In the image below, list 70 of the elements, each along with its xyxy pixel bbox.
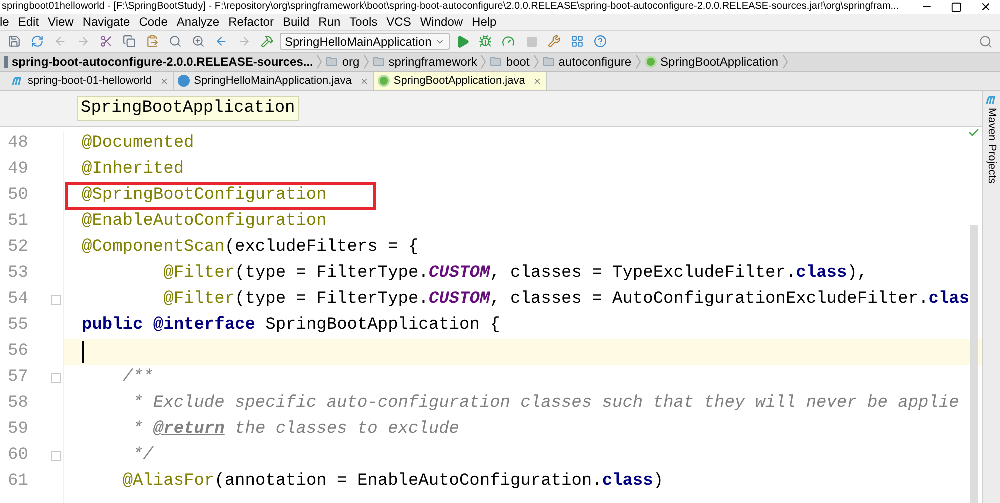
line-number: 53 bbox=[8, 263, 28, 285]
menu-item[interactable]: le bbox=[0, 16, 10, 28]
code-token: ), bbox=[847, 263, 868, 285]
code-token: @Filter bbox=[164, 289, 236, 311]
breadcrumb[interactable]: spring-boot-autoconfigure-2.0.0.RELEASE-sources... bbox=[0, 52, 318, 72]
menu-item[interactable]: View bbox=[48, 16, 74, 28]
menu-item[interactable]: Edit bbox=[18, 16, 40, 28]
menu-item[interactable]: VCS bbox=[386, 16, 412, 28]
tab-label: SpringBootApplication.java bbox=[394, 74, 526, 89]
line-number: 48 bbox=[8, 133, 28, 155]
line-number: 49 bbox=[8, 159, 28, 181]
tooltip: SpringBootApplication bbox=[77, 96, 300, 121]
line-number: 50 bbox=[8, 185, 28, 207]
code-token: class bbox=[602, 471, 654, 493]
menu-item[interactable]: Help bbox=[472, 16, 497, 28]
menu-item[interactable]: Analyze bbox=[176, 16, 220, 28]
code-token: /** bbox=[122, 367, 154, 389]
tab-label: spring-boot-01-helloworld bbox=[28, 74, 152, 89]
code-token: @Inherited bbox=[82, 159, 184, 181]
breadcrumb[interactable]: springframework bbox=[368, 52, 482, 72]
code-token: (type = FilterType. bbox=[235, 263, 429, 285]
window-title: springboot01helloworld - [F:\SpringBootStudy] - F:\repository\org\springframework\boot\spring-boot-autoconfigure\2.0.0.RELEASE\spring-boot-autoconfigure-2.0.0.RELEASE-sources.jar!\org\springfram... bbox=[1, 2, 900, 12]
line-number: 57 bbox=[8, 367, 28, 389]
code-token: the classes to exclude bbox=[235, 419, 460, 441]
code-token: public bbox=[82, 315, 144, 337]
breadcrumb[interactable]: SpringBootApplication bbox=[640, 52, 783, 72]
breadcrumb[interactable]: autoconfigure bbox=[538, 52, 636, 72]
line-number: 51 bbox=[8, 211, 28, 233]
menu-item[interactable]: Run bbox=[318, 16, 341, 28]
line-number: 54 bbox=[8, 289, 28, 311]
code-token: * bbox=[133, 419, 144, 441]
code-token: clas bbox=[928, 289, 970, 311]
code-token: * Exclude specific auto-configuration classes such that they will never be applie bbox=[133, 393, 960, 415]
menu-item[interactable]: Tools bbox=[350, 16, 378, 28]
line-number: 59 bbox=[8, 419, 28, 441]
code-token: @Documented bbox=[82, 133, 194, 155]
code-token: , classes = TypeExcludeFilter. bbox=[490, 263, 796, 285]
code-token: (annotation = EnableAutoConfiguration. bbox=[214, 471, 602, 493]
tab-label: SpringHelloMainApplication.java bbox=[194, 74, 352, 89]
code-token: */ bbox=[133, 445, 154, 467]
menu-item[interactable]: Code bbox=[139, 16, 168, 28]
code-token: @interface bbox=[153, 315, 256, 337]
code-token: ) bbox=[653, 471, 664, 493]
line-number: 61 bbox=[8, 471, 28, 493]
line-number: 55 bbox=[8, 315, 28, 337]
menu-item[interactable]: Window bbox=[420, 16, 464, 28]
code-token: CUSTOM bbox=[428, 289, 490, 311]
breadcrumb[interactable]: org bbox=[322, 52, 364, 72]
code-token: @return bbox=[153, 419, 225, 441]
code-token: (excludeFilters = { bbox=[224, 237, 419, 259]
menu-item[interactable]: Refactor bbox=[228, 16, 274, 28]
editor-tab[interactable]: SpringBootApplication.java bbox=[374, 72, 548, 90]
breadcrumb[interactable]: boot bbox=[486, 52, 534, 72]
run-config-dropdown[interactable]: SpringHelloMainApplication bbox=[280, 33, 450, 50]
line-number: 60 bbox=[8, 445, 28, 467]
code-token: @AliasFor bbox=[122, 471, 215, 493]
menu-item[interactable]: Build bbox=[282, 16, 310, 28]
code-token: @ComponentScan bbox=[82, 237, 225, 259]
code-token: class bbox=[796, 263, 848, 285]
code-token: @EnableAutoConfiguration bbox=[82, 211, 327, 233]
code-token: @SpringBootConfiguration bbox=[82, 185, 327, 207]
code-token: , classes = AutoConfigurationExcludeFilter. bbox=[490, 289, 929, 311]
code-token: @Filter bbox=[164, 263, 236, 285]
code-token: (type = FilterType. bbox=[235, 289, 429, 311]
line-number: 58 bbox=[8, 393, 28, 415]
code-token: CUSTOM bbox=[428, 263, 490, 285]
line-number: 52 bbox=[8, 237, 28, 259]
menu-item[interactable]: Navigate bbox=[82, 16, 130, 28]
line-number: 56 bbox=[8, 341, 28, 363]
code-token: SpringBootApplication { bbox=[266, 315, 500, 337]
